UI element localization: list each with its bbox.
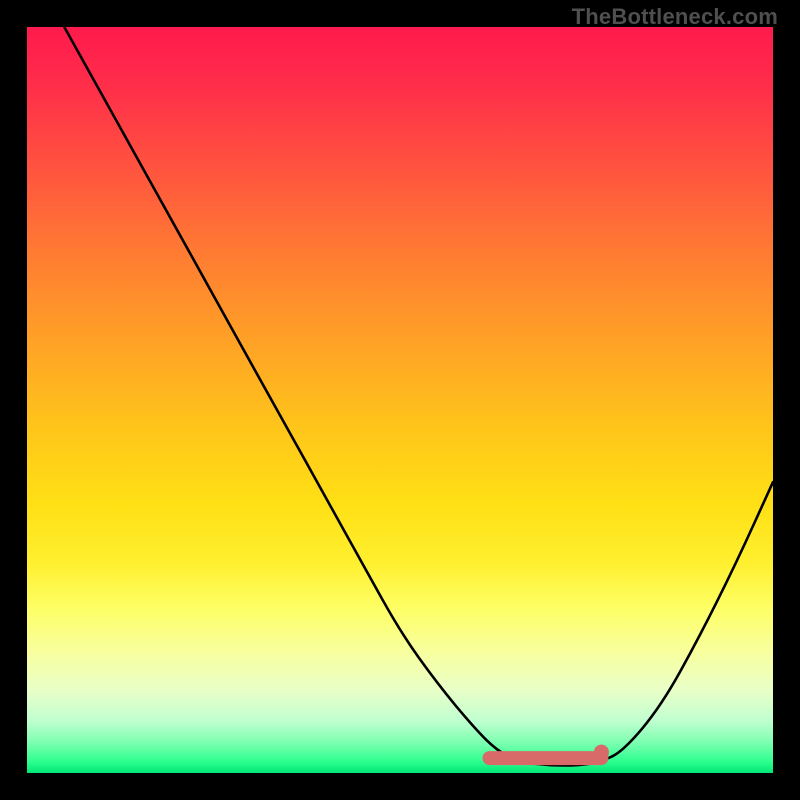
curve-layer xyxy=(27,27,773,773)
bottleneck-curve xyxy=(64,27,773,766)
chart-frame: TheBottleneck.com xyxy=(0,0,800,800)
watermark-text: TheBottleneck.com xyxy=(572,4,778,30)
optimal-range-end-dot xyxy=(594,745,609,760)
